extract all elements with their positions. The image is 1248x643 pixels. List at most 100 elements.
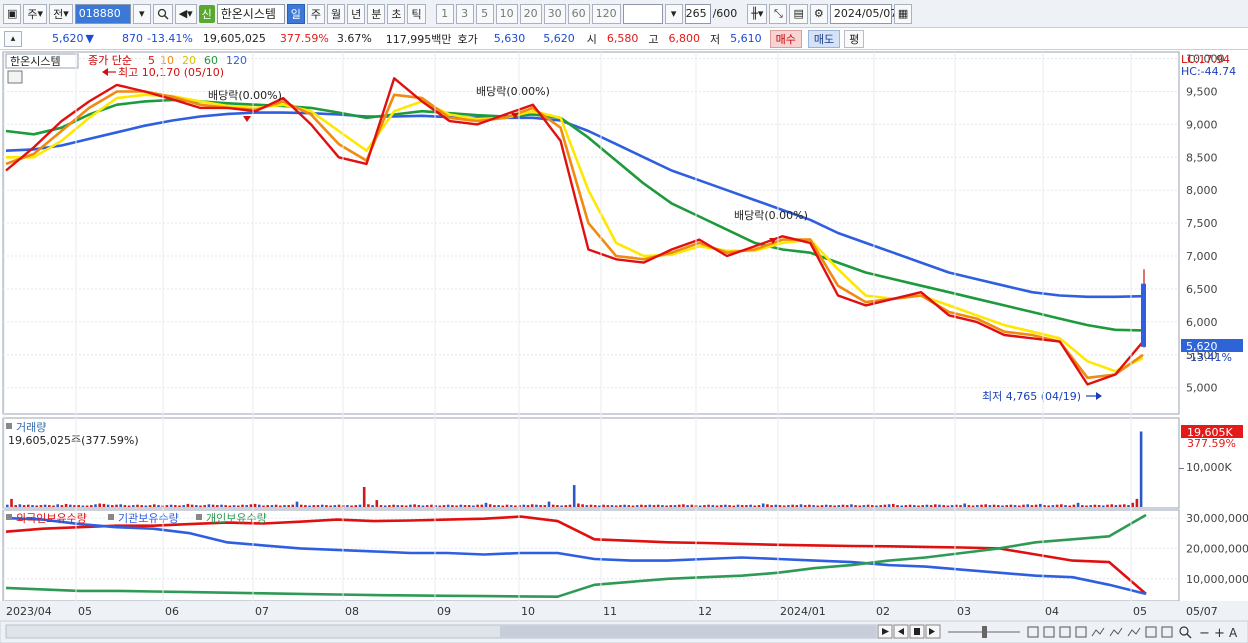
volume-bar <box>829 505 832 507</box>
letter-a-icon[interactable]: A <box>1229 626 1238 640</box>
volume-bar <box>585 505 589 507</box>
period-year[interactable]: 년 <box>347 3 366 24</box>
volume-bar <box>661 505 664 507</box>
average-button[interactable]: 평 <box>844 29 865 48</box>
hoga-label: 호가 <box>457 32 478 46</box>
volume-bar <box>757 505 761 507</box>
volume-bar <box>728 505 731 507</box>
interval-120[interactable]: 120 <box>591 3 621 24</box>
volume-bar <box>1051 505 1055 507</box>
volume-bar <box>1047 505 1050 507</box>
sell-button[interactable]: 매도 <box>807 29 841 48</box>
calendar-icon[interactable]: ▦ <box>893 3 913 24</box>
volume-bar <box>1068 505 1071 507</box>
speaker-icon[interactable]: ◀▾ <box>174 3 197 24</box>
period-week[interactable]: 주 <box>306 3 325 24</box>
volume-bar <box>997 505 1000 507</box>
zoom-slider-handle[interactable] <box>982 626 987 638</box>
count-max: /600 <box>712 7 738 20</box>
volume-bar <box>820 505 824 507</box>
legend-stock-name: 한온시스템 <box>10 55 61 68</box>
volume-bar <box>934 504 937 507</box>
volume-bar <box>371 505 374 507</box>
draw-tool-icon[interactable]: ⤡ <box>769 3 788 24</box>
gear-icon[interactable]: ⚙ <box>809 3 828 24</box>
period-second[interactable]: 초 <box>387 3 406 24</box>
table-icon[interactable] <box>7 70 23 84</box>
volume-bar <box>463 505 467 507</box>
bid-price: 5,620 <box>543 32 575 45</box>
interval-dropdown-icon[interactable]: ▾ <box>664 3 683 24</box>
volume-bar <box>425 505 429 507</box>
interval-3[interactable]: 3 <box>455 3 474 24</box>
interval-custom-input[interactable] <box>622 3 663 24</box>
period-minute[interactable]: 분 <box>367 3 386 24</box>
search-icon[interactable] <box>152 3 173 24</box>
volume-bar <box>48 505 51 507</box>
minus-icon[interactable]: − <box>1199 626 1210 641</box>
volume-bar <box>1093 504 1097 507</box>
volume-bar <box>795 505 799 507</box>
volume-bar <box>988 505 992 507</box>
volume-bar <box>791 504 794 507</box>
volume-bar <box>320 504 324 507</box>
interval-20[interactable]: 20 <box>519 3 542 24</box>
volume-bar <box>556 505 559 507</box>
volume-bar <box>472 505 475 507</box>
volume-bar <box>715 505 719 507</box>
volume-bar <box>900 505 903 507</box>
period-month[interactable]: 월 <box>326 3 346 24</box>
scroll-thumb[interactable] <box>500 626 876 637</box>
volume-bar <box>77 505 80 507</box>
stock-chart[interactable]: 10,0009,5009,0008,5008,0007,5007,0006,50… <box>0 50 1248 643</box>
hc-label: HC:-44.74 <box>1181 65 1236 78</box>
period-tick[interactable]: 틱 <box>407 3 426 24</box>
interval-5[interactable]: 5 <box>475 3 494 24</box>
count-input[interactable]: 265 <box>684 3 711 24</box>
volume-bar <box>6 504 9 507</box>
volume-bar <box>1009 504 1013 507</box>
date-input[interactable]: 2024/05/07 <box>829 3 897 24</box>
period-day[interactable]: 일 <box>286 3 305 24</box>
market-select[interactable]: 주 ▾ <box>23 3 48 24</box>
volume-bar <box>258 504 261 507</box>
volume-bar <box>1060 504 1063 507</box>
volume-bar <box>1135 498 1139 507</box>
holdings-y-axis: 30,000,000 20,000,000 10,000,000 <box>1186 512 1248 586</box>
volume-bar <box>1055 504 1059 507</box>
volume-bar <box>148 505 152 507</box>
interval-1[interactable]: 1 <box>435 3 454 24</box>
volume-bar <box>526 505 530 507</box>
volume-bar <box>665 505 668 507</box>
plus-icon[interactable]: + <box>1214 626 1225 641</box>
window-icon[interactable]: ▣ <box>3 3 22 24</box>
x-tick: 05 <box>1133 605 1147 618</box>
volume-bar <box>476 504 479 507</box>
volume-bar <box>497 505 500 507</box>
volume-bar <box>220 504 223 507</box>
x-tick: 2024/01 <box>780 605 826 618</box>
x-tick: 08 <box>345 605 359 618</box>
volume-bar <box>682 504 685 507</box>
code-dropdown-icon[interactable]: ▾ <box>132 3 151 24</box>
volume-bar <box>917 505 920 507</box>
expand-icon[interactable]: ▴ <box>4 30 22 47</box>
volume-bar <box>572 485 576 507</box>
volume-bar <box>207 504 211 507</box>
volume-bar <box>522 504 526 507</box>
volume-bar <box>959 505 962 507</box>
volume-bar <box>35 505 38 507</box>
x-tick: 09 <box>437 605 451 618</box>
last-pct-label: -13.41% <box>1186 351 1232 364</box>
save-icon[interactable]: ▤ <box>789 3 808 24</box>
volume-value-label: 19,605,025주(377.59%) <box>8 434 139 447</box>
volume-bar <box>136 504 139 507</box>
interval-30[interactable]: 30 <box>543 3 566 24</box>
interval-10[interactable]: 10 <box>495 3 518 24</box>
candle-type-icon[interactable]: ╫▾ <box>747 3 768 24</box>
price-pane <box>2 51 1180 415</box>
interval-60[interactable]: 60 <box>567 3 590 24</box>
market2-select[interactable]: 전 ▾ <box>49 3 73 24</box>
stock-code-input[interactable]: 018880 <box>74 3 131 24</box>
buy-button[interactable]: 매수 <box>769 29 802 48</box>
